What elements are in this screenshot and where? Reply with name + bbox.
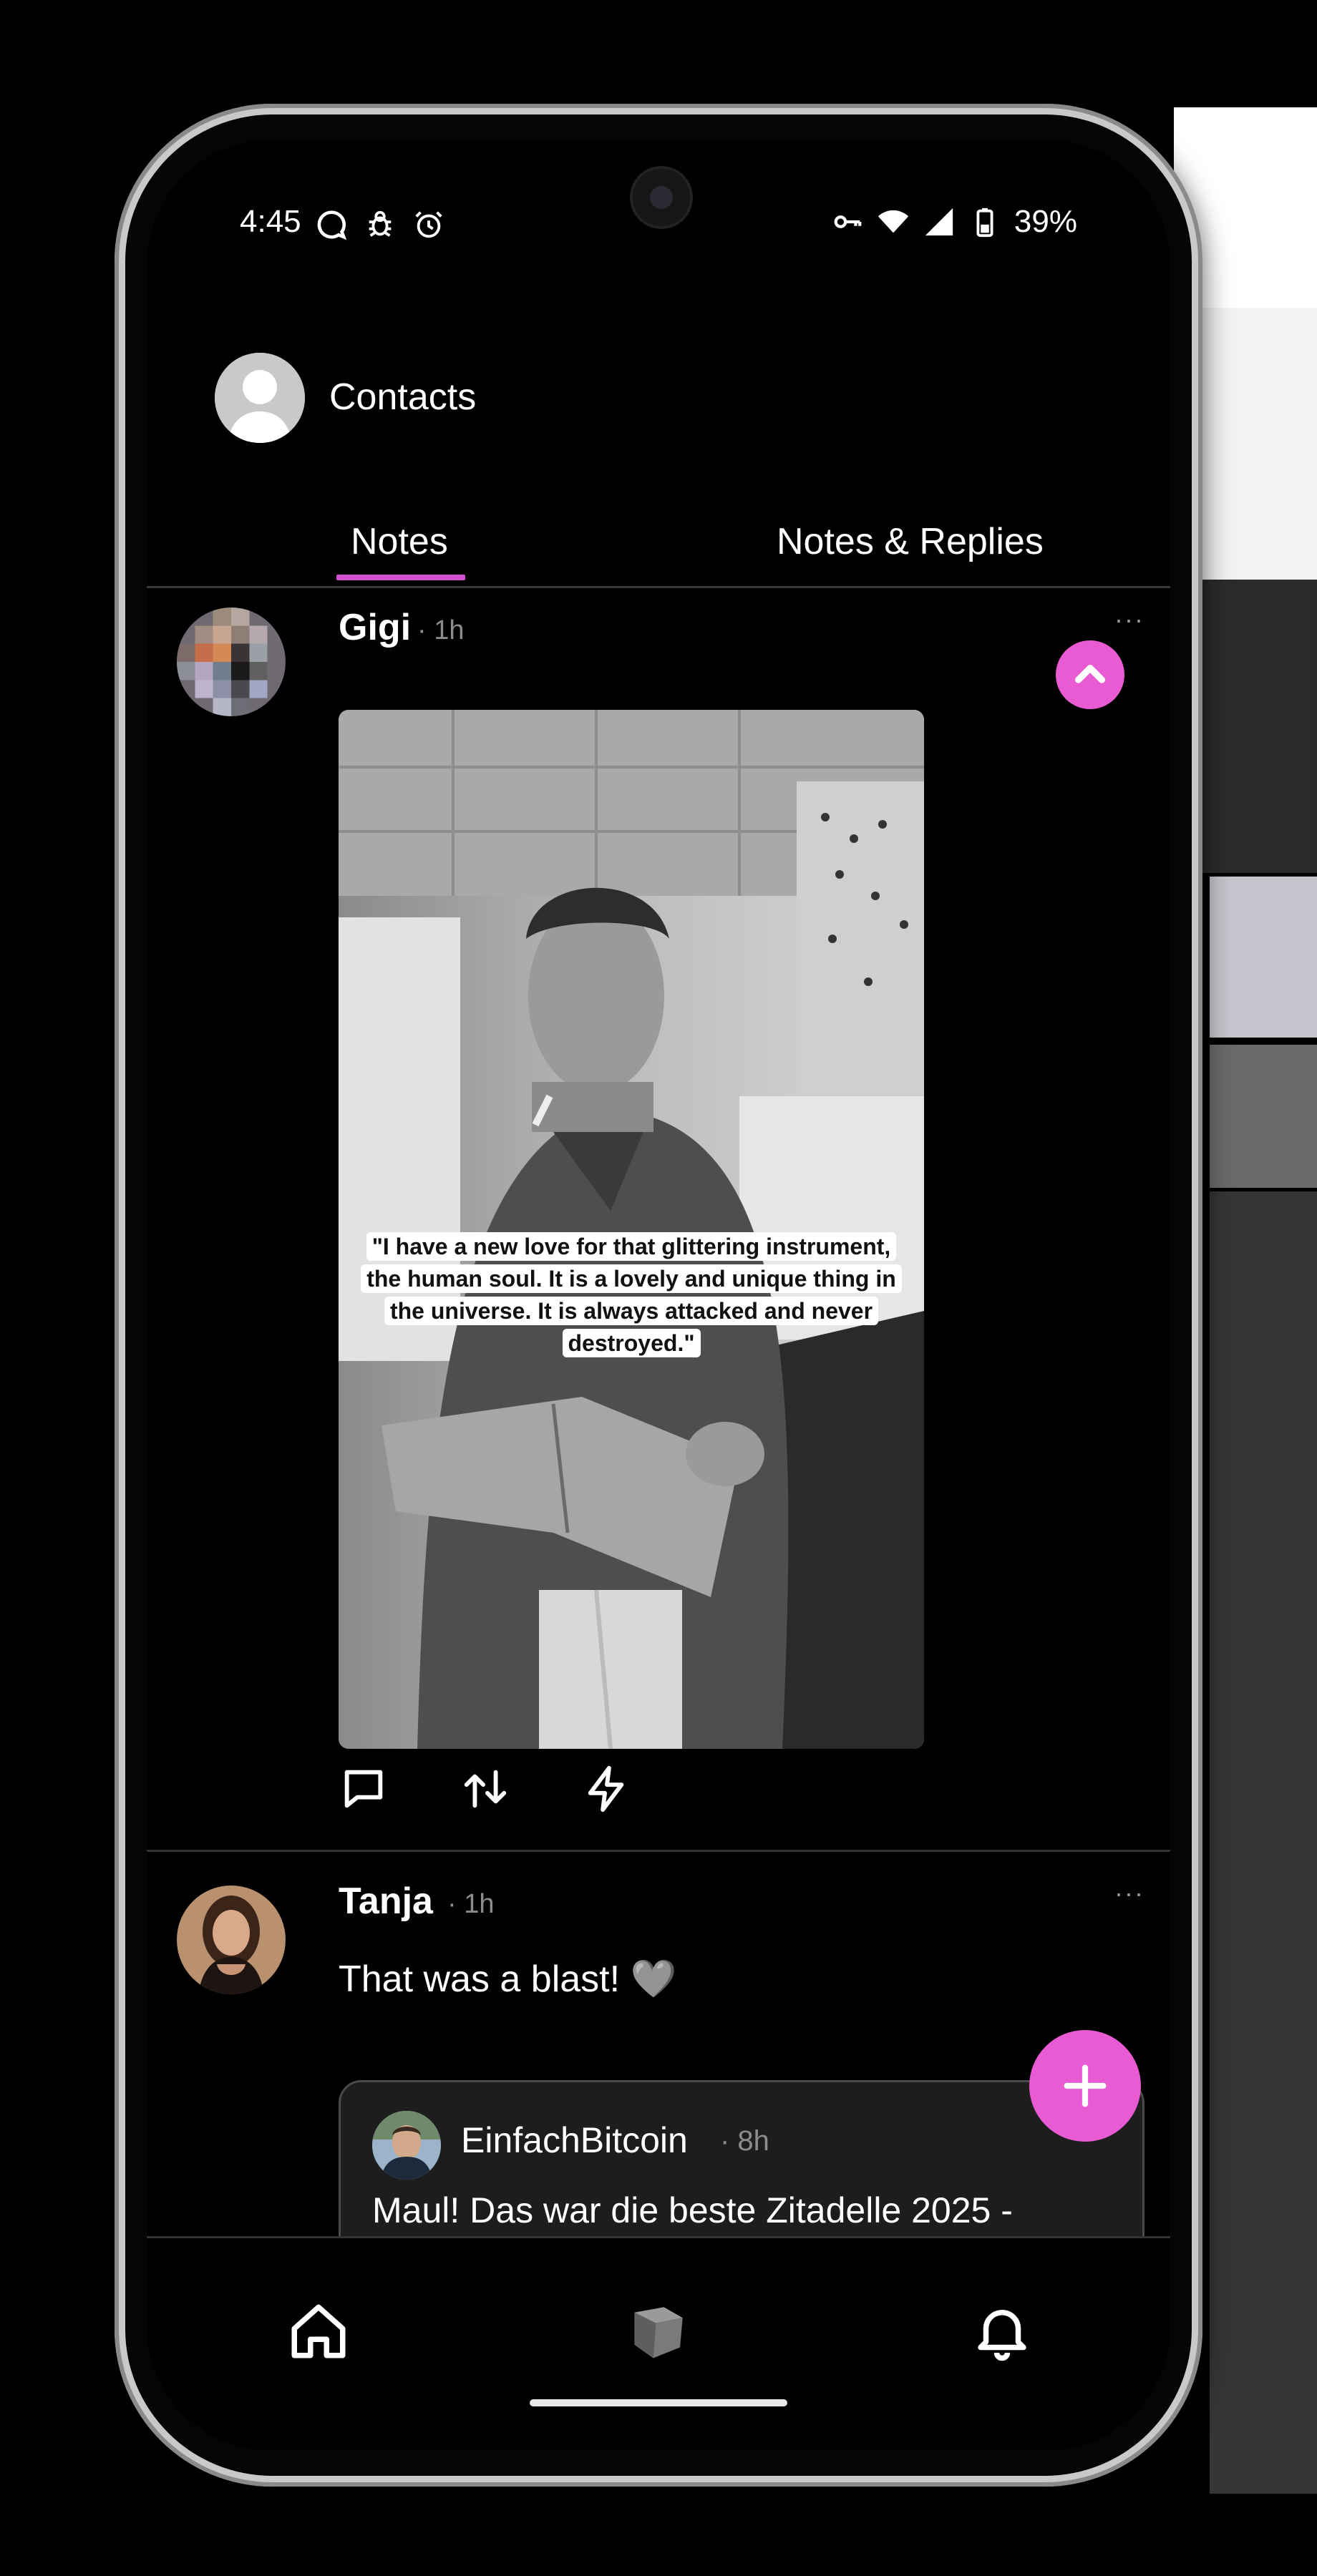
post-author-name[interactable]: Tanja [339,1880,433,1923]
wifi-icon [877,205,910,238]
scroll-to-top-button[interactable] [1056,640,1124,709]
reply-icon [344,1770,383,1808]
plus-icon [1064,2064,1107,2107]
repost-button[interactable] [460,1764,510,1814]
avatar-gigi[interactable] [177,608,286,716]
post-author-name[interactable]: Gigi [339,606,411,649]
profile-avatar[interactable] [215,353,305,443]
bottom-navigation [147,2236,1170,2451]
nav-notifications[interactable] [970,2299,1034,2363]
status-left-icons [315,208,445,241]
home-icon [291,2304,346,2358]
avatar-einfachbitcoin[interactable] [372,2111,441,2180]
front-camera [630,166,693,229]
tab-notes-and-replies[interactable]: Notes & Replies [777,520,1044,563]
cube-icon [634,2307,683,2358]
more-options-button[interactable]: ··· [1114,1878,1145,1908]
quoted-text: Maul! Das war die beste Zitadelle 2025 - [372,2190,1013,2230]
background-panel-grey [1210,1045,1317,1188]
page-title: Contacts [329,376,477,418]
signal-icon [923,205,956,238]
nav-home[interactable] [286,2299,351,2363]
quoted-timestamp: · 8h [720,2125,769,2157]
zap-button[interactable] [582,1764,632,1814]
chevron-up-icon [1075,665,1105,683]
bug-icon [364,208,397,241]
post-divider [147,1850,1170,1852]
alarm-icon [412,208,445,241]
avatar-tanja[interactable] [177,1885,286,1994]
tab-notes[interactable]: Notes [351,520,448,563]
bell-icon [978,2310,1026,2361]
background-panel-dark [1202,580,1317,873]
repost-icon [464,1770,507,1808]
status-time: 4:45 [240,204,301,239]
background-panel-lavender [1210,877,1317,1038]
status-right-icons: 39% [831,204,1077,240]
post-text: That was a blast! 🩶 [339,1958,677,2000]
battery-percent: 39% [1014,204,1077,239]
background-panel-dark-lower [1210,1191,1317,2494]
post-timestamp: · 1h [417,615,465,645]
chat-bubble-icon [315,208,348,241]
reply-button[interactable] [339,1764,389,1814]
zap-icon [588,1765,624,1813]
post-timestamp: · 1h [447,1889,495,1919]
vpn-key-icon [831,205,864,238]
image-quote-caption: "I have a new love for that glittering i… [354,1225,908,1365]
more-options-button[interactable]: ··· [1114,605,1145,635]
compose-button[interactable] [1029,2030,1141,2142]
tab-divider [147,586,1170,588]
quoted-author-name: EinfachBitcoin [461,2120,688,2160]
phone-screen: 4:45 39% Contacts Notes Notes & Replies … [147,140,1170,2451]
home-indicator[interactable] [530,2399,787,2406]
battery-icon [968,205,1001,238]
post-image[interactable]: "I have a new love for that glittering i… [339,710,924,1749]
nav-explore[interactable] [626,2299,691,2363]
active-tab-indicator [336,575,465,580]
